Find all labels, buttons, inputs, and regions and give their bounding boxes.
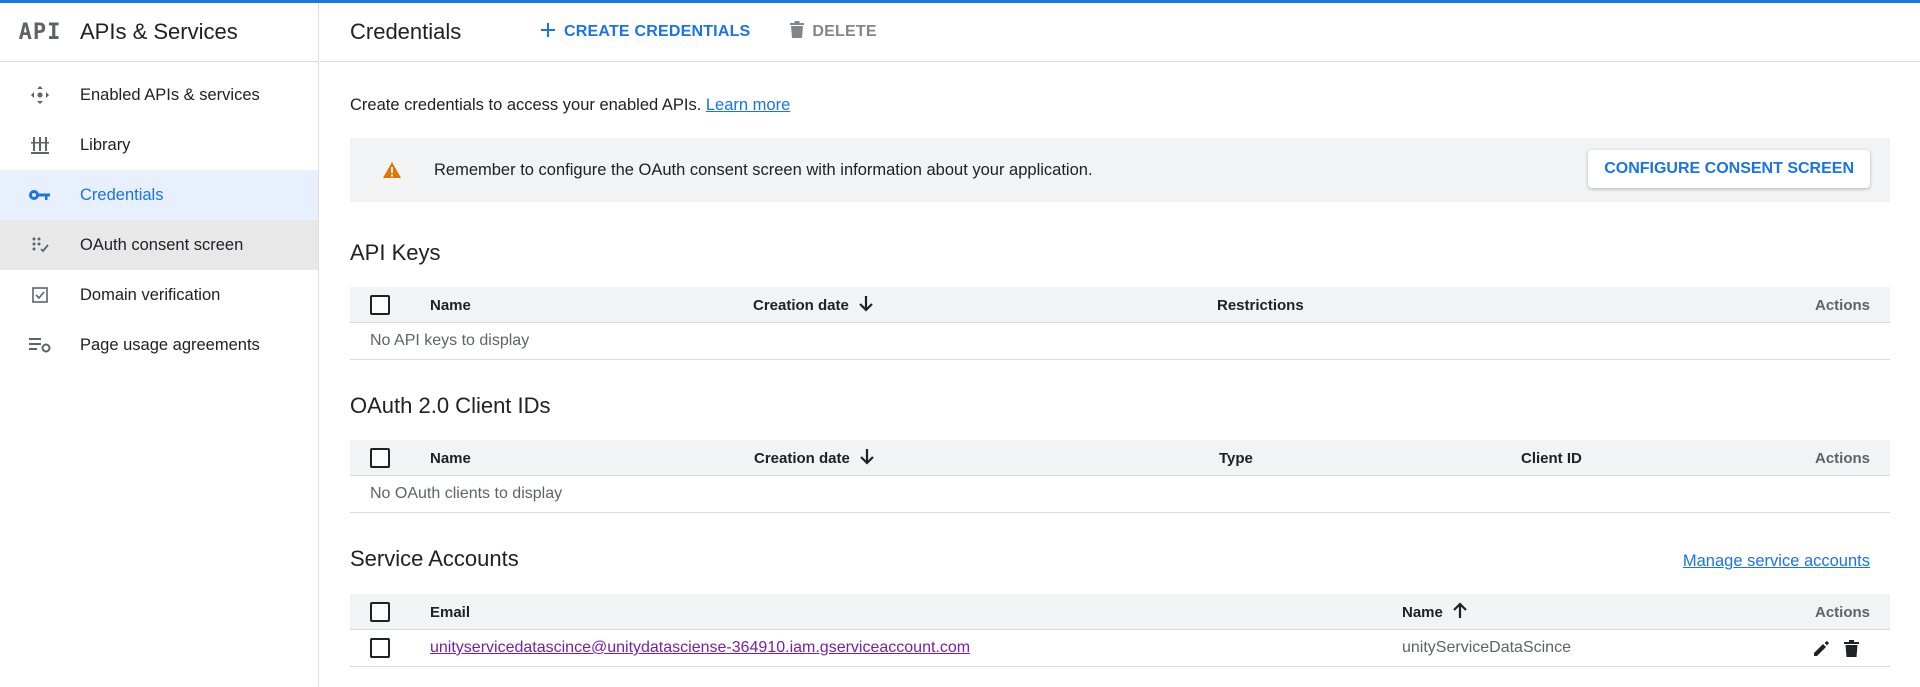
select-all-checkbox[interactable] [370,440,390,476]
column-name[interactable]: Name [430,440,471,476]
column-client-id: Client ID [1521,449,1582,467]
table-row: unityservicedatascince@unitydatasciense-… [350,630,1890,667]
diamond-arrows-icon [0,85,80,105]
trash-icon [790,21,805,43]
table-empty-row: No API keys to display [350,323,1890,360]
sidebar-item-oauth-consent[interactable]: OAuth consent screen [0,220,318,270]
empty-message: No OAuth clients to display [370,485,563,502]
service-accounts-title: Service Accounts [350,546,519,571]
configure-consent-screen-button[interactable]: CONFIGURE CONSENT SCREEN [1588,150,1870,188]
arrow-up-icon [1453,601,1467,623]
select-all-checkbox[interactable] [370,594,390,630]
column-type: Type [1219,449,1253,467]
table-empty-row: No OAuth clients to display [350,476,1890,513]
sidebar-item-label: Library [80,135,131,154]
sidebar-item-label: Enabled APIs & services [80,85,260,104]
table-header: Name Creation date Type Client ID Action… [350,440,1890,476]
column-name[interactable]: Name [430,287,471,323]
api-logo[interactable]: API [0,20,80,45]
column-email[interactable]: Email [430,594,470,630]
column-actions: Actions [1814,603,1870,621]
column-restrictions: Restrictions [1217,296,1304,314]
arrow-down-icon [860,448,874,469]
checkbox-icon [0,287,80,303]
empty-message: No API keys to display [370,332,530,349]
edit-icon[interactable] [1813,630,1831,666]
service-account-email-link[interactable]: unityservicedatascince@unitydatasciense-… [430,630,970,666]
table-header: Name Creation date Restrictions Actions [350,287,1890,323]
settings-list-icon [0,337,80,353]
sidebar-item-credentials[interactable]: Credentials [0,170,318,220]
consent-warning-banner: Remember to configure the OAuth consent … [350,138,1890,202]
create-credentials-button[interactable]: CREATE CREDENTIALS [540,22,750,43]
column-actions: Actions [1814,296,1870,314]
sidebar-item-enabled-apis[interactable]: Enabled APIs & services [0,70,318,120]
sidebar-item-page-usage[interactable]: Page usage agreements [0,320,318,370]
service-accounts-table: Email Name Actions unityservicedatascinc… [350,594,1890,667]
sidebar: API APIs & Services Enabled APIs & servi… [0,3,319,687]
plus-icon [540,22,556,43]
sidebar-item-label: Credentials [80,185,164,204]
table-header: Email Name Actions [350,594,1890,630]
page-title: Credentials [350,19,462,44]
select-all-checkbox[interactable] [370,287,390,323]
sidebar-header: API APIs & Services [0,3,318,62]
trash-icon[interactable] [1844,630,1859,666]
column-actions: Actions [1814,449,1870,467]
column-creation-date[interactable]: Creation date [754,440,874,476]
manage-service-accounts-link[interactable]: Manage service accounts [1683,552,1870,571]
consent-icon [0,236,80,254]
page-toolbar: Credentials CREATE CREDENTIALS DELETE [320,3,1920,62]
banner-text: Remember to configure the OAuth consent … [434,160,1093,179]
intro-text: Create credentials to access your enable… [350,96,791,114]
sidebar-item-label: Page usage agreements [80,335,260,354]
learn-more-link[interactable]: Learn more [706,96,790,114]
main-content: Credentials CREATE CREDENTIALS DELETE Cr… [320,3,1920,687]
column-name[interactable]: Name [1402,594,1467,630]
product-title: APIs & Services [80,19,238,44]
column-creation-date[interactable]: Creation date [753,287,873,323]
api-keys-table: Name Creation date Restrictions Actions … [350,287,1890,360]
oauth-clients-table: Name Creation date Type Client ID Action… [350,440,1890,513]
sidebar-item-library[interactable]: Library [0,120,318,170]
oauth-clients-title: OAuth 2.0 Client IDs [350,393,551,418]
sidebar-item-domain-verification[interactable]: Domain verification [0,270,318,320]
api-keys-title: API Keys [350,240,441,265]
sidebar-item-label: Domain verification [80,285,221,304]
library-icon [0,135,80,155]
service-account-name: unityServiceDataScince [1402,639,1571,656]
key-icon [0,188,80,202]
arrow-down-icon [859,295,873,316]
sidebar-item-label: OAuth consent screen [80,235,244,254]
warning-icon [350,161,434,179]
row-checkbox[interactable] [370,630,390,666]
delete-button[interactable]: DELETE [790,21,877,43]
sidebar-nav: Enabled APIs & services Library Credenti… [0,70,318,370]
